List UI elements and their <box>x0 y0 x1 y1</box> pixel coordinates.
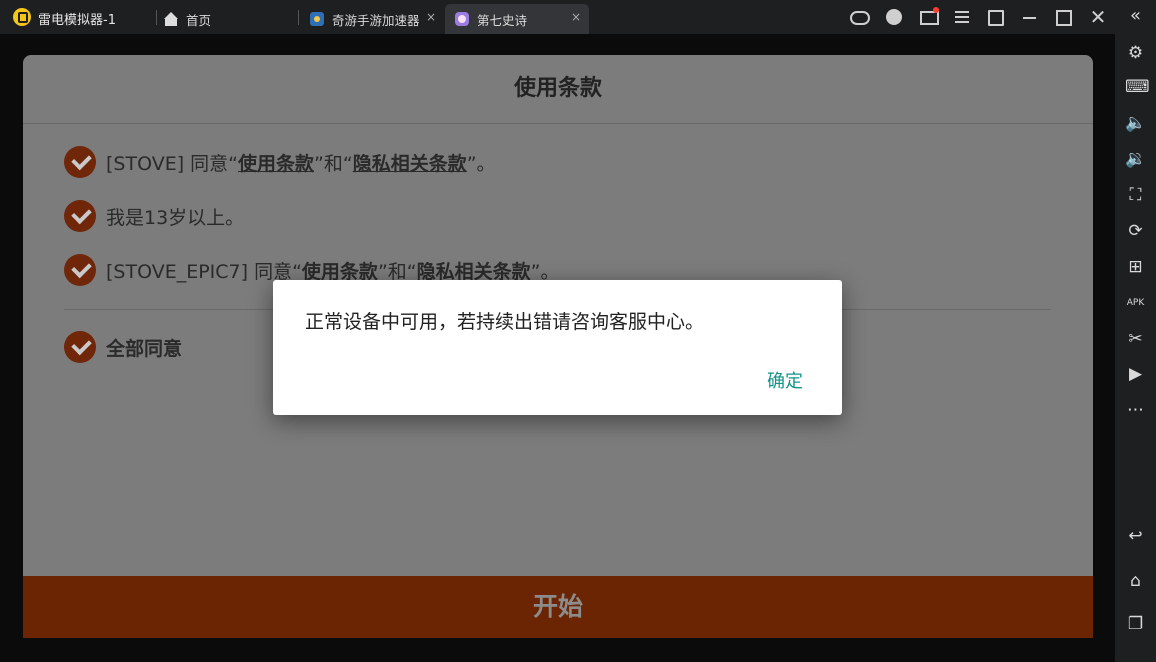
terms-suffix: ”。 <box>466 152 496 175</box>
tab-label: 奇游手游加速器 <box>332 12 420 28</box>
epic7-app-icon <box>455 12 469 26</box>
checkmark-icon[interactable] <box>64 254 96 286</box>
terms-prefix: [STOVE] 同意“ <box>106 152 238 175</box>
menu-icon[interactable] <box>955 11 969 13</box>
terms-link[interactable]: 使用条款 <box>238 149 314 176</box>
tab-close-icon[interactable]: × <box>571 10 581 24</box>
tab-qiyou[interactable]: 奇游手游加速器 <box>310 4 442 34</box>
tab-separator <box>156 10 157 25</box>
alert-dialog: 正常设备中可用，若持续出错请咨询客服中心。 确定 <box>273 280 842 415</box>
terms-row-age[interactable]: 我是13岁以上。 <box>64 199 244 233</box>
app-title: 雷电模拟器-1 <box>38 13 116 28</box>
emulator-sidebar: « ⚙ ⌨ 🔈 🔉 ⛶ ⟳ ⊞ APK ✂ ▶ ⋯ ↩ ⌂ ❐ <box>1115 0 1156 662</box>
back-icon[interactable]: ↩ <box>1125 526 1146 547</box>
privacy-link[interactable]: 隐私相关条款 <box>353 149 467 176</box>
checkmark-icon[interactable] <box>64 146 96 178</box>
maximize-icon[interactable] <box>1056 10 1072 26</box>
agree-all-row[interactable]: 全部同意 <box>64 330 182 364</box>
dialog-message: 正常设备中可用，若持续出错请咨询客服中心。 <box>305 311 705 333</box>
checkmark-icon[interactable] <box>64 331 96 363</box>
home-icon[interactable]: ⌂ <box>1125 571 1146 592</box>
divider <box>23 123 1093 124</box>
recent-apps-icon[interactable]: ❐ <box>1125 614 1146 635</box>
tab-label: 第七史诗 <box>477 12 528 28</box>
checkmark-icon[interactable] <box>64 200 96 232</box>
age-label: 我是13岁以上。 <box>106 206 245 229</box>
scissors-icon[interactable]: ✂ <box>1125 329 1146 350</box>
pin-window-icon[interactable] <box>988 10 1004 26</box>
terms-row-stove[interactable]: [STOVE] 同意“ 使用条款 ”和“ 隐私相关条款”。 <box>64 145 496 179</box>
terms-prefix: [STOVE_EPIC7] 同意“ <box>106 260 302 283</box>
record-icon[interactable]: ⟳ <box>1125 221 1146 242</box>
notification-dot-icon <box>933 7 939 13</box>
title-bar: 雷电模拟器-1 首页 奇游手游加速器 × 第七史诗 × ✕ <box>0 0 1156 34</box>
ok-button[interactable]: 确定 <box>767 367 803 393</box>
close-window-icon[interactable]: ✕ <box>1088 7 1108 27</box>
settings-icon[interactable]: ⚙ <box>1125 43 1146 64</box>
tab-close-icon[interactable]: × <box>426 10 436 24</box>
tab-epic7[interactable]: 第七史诗 <box>445 4 589 34</box>
tab-home[interactable]: 首页 <box>164 4 294 34</box>
volume-up-icon[interactable]: 🔉 <box>1125 149 1146 170</box>
start-button[interactable]: 开始 <box>23 576 1093 638</box>
gamepad-icon[interactable] <box>850 11 870 25</box>
ldplayer-logo-icon <box>13 8 31 26</box>
agree-all-label: 全部同意 <box>106 337 183 360</box>
tab-label: 首页 <box>186 12 212 28</box>
collapse-sidebar-icon[interactable]: « <box>1125 5 1146 26</box>
keyboard-icon[interactable]: ⌨ <box>1125 77 1150 98</box>
mail-icon[interactable] <box>920 11 939 25</box>
home-icon <box>164 12 178 26</box>
page-title: 使用条款 <box>513 76 602 101</box>
user-avatar-icon[interactable] <box>886 9 902 25</box>
tab-separator <box>298 10 299 25</box>
add-app-icon[interactable]: ⊞ <box>1125 257 1146 278</box>
minimize-icon[interactable] <box>1023 17 1036 19</box>
qiyou-app-icon <box>310 12 324 26</box>
volume-down-icon[interactable]: 🔈 <box>1125 113 1146 134</box>
video-icon[interactable]: ▶ <box>1125 364 1146 385</box>
screenshot-icon[interactable]: ⛶ <box>1125 185 1146 206</box>
terms-and: ”和“ <box>314 152 353 175</box>
apk-install-icon[interactable]: APK <box>1125 293 1146 314</box>
more-icon[interactable]: ⋯ <box>1125 400 1146 421</box>
